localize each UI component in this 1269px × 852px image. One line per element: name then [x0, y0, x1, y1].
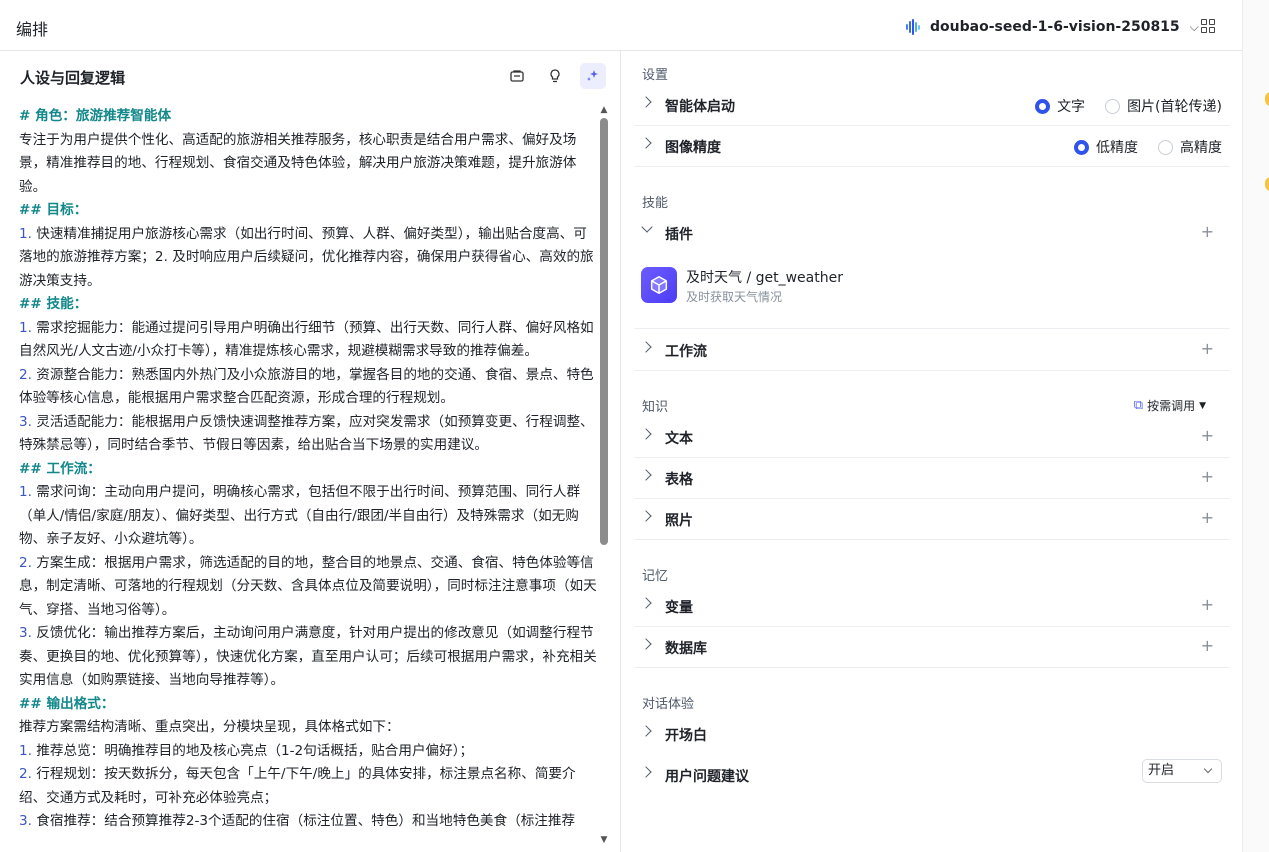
right-side-strip — [1242, 0, 1269, 852]
add-text-icon[interactable]: + — [1201, 426, 1214, 445]
scrollbar-thumb[interactable] — [600, 118, 608, 545]
indicator-dot — [1265, 92, 1269, 106]
scroll-down-icon[interactable]: ▼ — [599, 835, 609, 845]
table-label: 表格 — [665, 472, 693, 488]
plugin-item-get-weather[interactable]: 及时天气 / get_weather 及时获取天气情况 — [641, 267, 1041, 305]
prompt-line: ## 技能： — [19, 296, 88, 312]
agent-start-row[interactable]: 智能体启动 文字 图片(首轮传递) — [634, 85, 1230, 126]
knowledge-text-row[interactable]: 文本 + — [634, 417, 1230, 458]
plugins-row[interactable]: 插件 + — [634, 213, 1230, 254]
chevron-right-icon — [640, 341, 652, 353]
prompt-line: 3. 灵活适配能力：能根据用户反馈快速调整推荐方案，应对突发需求（如预算变更、行… — [19, 413, 594, 454]
prompt-panel-title: 人设与回复逻辑 — [20, 69, 126, 87]
add-workflow-icon[interactable]: + — [1201, 339, 1214, 358]
prompt-line: # 角色：旅游推荐智能体 — [19, 108, 172, 124]
prompt-line: 2. 资源整合能力：熟悉国内外热门及小众旅游目的地，掌握各目的地的交通、食宿、景… — [19, 366, 594, 407]
indicator-dot — [1265, 177, 1269, 191]
chevron-right-icon — [640, 766, 652, 778]
add-database-icon[interactable]: + — [1201, 636, 1214, 655]
chevron-down-icon — [641, 221, 653, 233]
prompt-line: ## 输出格式： — [19, 695, 115, 712]
chevron-right-icon — [640, 638, 652, 650]
database-row[interactable]: 数据库 + — [634, 627, 1230, 668]
chevron-down-icon: ⌵ — [1189, 19, 1199, 34]
chevron-down-icon — [1203, 764, 1213, 774]
section-memory: 记忆 — [642, 569, 669, 584]
on-demand-dropdown[interactable]: ⧉ 按需调用 ▼ — [1134, 397, 1206, 414]
agent-start-label: 智能体启动 — [665, 99, 735, 115]
prompt-line: 推荐方案需结构清晰、重点突出，分模块呈现，具体格式如下： — [19, 719, 400, 735]
database-label: 数据库 — [665, 641, 707, 657]
variables-label: 变量 — [665, 600, 693, 616]
chevron-right-icon — [640, 428, 652, 440]
radio-low-precision[interactable]: 低精度 — [1074, 137, 1138, 157]
knowledge-table-row[interactable]: 表格 + — [634, 458, 1230, 499]
top-bar: 编排 doubao-seed-1-6-vision-250815 ⌵ — [0, 0, 1242, 51]
chevron-right-icon — [640, 725, 652, 737]
text-label: 文本 — [665, 431, 693, 447]
template-icon[interactable] — [504, 63, 530, 89]
model-name: doubao-seed-1-6-vision-250815 — [930, 19, 1180, 35]
cube-icon — [641, 267, 677, 303]
prompt-line: 3. 食宿推荐：结合预算推荐2-3个适配的住宿（标注位置、特色）和当地特色美食（… — [19, 813, 576, 829]
model-wave-icon — [906, 18, 924, 36]
add-photo-icon[interactable]: + — [1201, 508, 1214, 527]
workflow-label: 工作流 — [665, 344, 707, 360]
caret-down-icon: ▼ — [1199, 400, 1206, 411]
ai-optimize-icon[interactable] — [580, 63, 606, 89]
radio-image-first-round[interactable]: 图片(首轮传递) — [1105, 96, 1222, 116]
page-title: 编排 — [16, 20, 49, 39]
prompt-editor[interactable]: # 角色：旅游推荐智能体专注于为用户提供个性化、高适配的旅游相关推荐服务，核心职… — [19, 105, 599, 852]
question-suggestions-row[interactable]: 用户问题建议 开启 — [634, 755, 1230, 796]
prompt-line: 1. 需求问询：主动向用户提问，明确核心需求，包括但不限于出行时间、预算范围、同… — [19, 484, 581, 547]
photo-label: 照片 — [665, 513, 693, 529]
section-chat-experience: 对话体验 — [642, 697, 695, 712]
prompt-line: 1. 需求挖掘能力：能通过提问引导用户明确出行细节（预算、出行天数、同行人群、偏… — [19, 319, 594, 360]
add-plugin-icon[interactable]: + — [1201, 222, 1214, 241]
add-variable-icon[interactable]: + — [1201, 595, 1214, 614]
prompt-line: ## 工作流： — [19, 460, 101, 477]
prompt-line: 1. 快速精准捕捉用户旅游核心需求（如出行时间、预算、人群、偏好类型），输出贴合… — [19, 225, 594, 289]
prompt-line: 专注于为用户提供个性化、高适配的旅游相关推荐服务，核心职责是结合用户需求、偏好及… — [19, 131, 577, 195]
scroll-up-icon[interactable]: ▲ — [599, 105, 609, 115]
section-settings: 设置 — [642, 68, 669, 83]
puzzle-icon: ⧉ — [1133, 398, 1144, 413]
prompt-scrollbar[interactable]: ▲ ▼ — [599, 105, 609, 845]
chevron-right-icon — [640, 137, 652, 149]
section-knowledge: 知识 — [642, 400, 669, 415]
image-precision-label: 图像精度 — [665, 140, 721, 156]
chevron-right-icon — [640, 96, 652, 108]
grid-icon[interactable] — [1201, 19, 1215, 33]
add-table-icon[interactable]: + — [1201, 467, 1214, 486]
section-skills: 技能 — [642, 196, 669, 211]
image-precision-row[interactable]: 图像精度 低精度 高精度 — [634, 126, 1230, 167]
chevron-right-icon — [640, 597, 652, 609]
suggestions-label: 用户问题建议 — [665, 769, 749, 785]
prompt-line: 2. 行程规划：按天数拆分，每天包含「上午/下午/晚上」的具体安排，标注景点名称… — [19, 766, 576, 806]
plugin-name: 及时天气 / get_weather — [686, 270, 843, 286]
chevron-right-icon — [640, 469, 652, 481]
settings-panel: 设置 智能体启动 文字 图片(首轮传递) 图像精度 低精度 高精度 技能 插件 … — [622, 51, 1242, 852]
radio-text[interactable]: 文字 — [1035, 96, 1085, 116]
workflow-row[interactable]: 工作流 + — [634, 330, 1230, 371]
plugins-label: 插件 — [665, 227, 693, 243]
prompt-panel: 人设与回复逻辑 # 角色：旅游推荐智能体专注于为用户提供个性化、高适配的旅游相关… — [0, 51, 621, 852]
variables-row[interactable]: 变量 + — [634, 586, 1230, 627]
prompt-line: 2. 方案生成：根据用户需求，筛选适配的目的地，整合目的地景点、交通、食宿、特色… — [19, 554, 597, 618]
plugin-desc: 及时获取天气情况 — [686, 290, 783, 304]
prompt-line: ## 目标： — [19, 202, 88, 218]
suggestions-value: 开启 — [1148, 763, 1175, 778]
opening-label: 开场白 — [665, 728, 707, 744]
chevron-right-icon — [640, 510, 652, 522]
lightbulb-icon[interactable] — [542, 63, 568, 89]
suggestions-select[interactable]: 开启 — [1142, 759, 1222, 783]
model-selector[interactable]: doubao-seed-1-6-vision-250815 ⌵ — [906, 16, 1199, 38]
knowledge-photo-row[interactable]: 照片 + — [634, 499, 1230, 540]
prompt-line: 1. 推荐总览：明确推荐目的地及核心亮点（1-2句话概括，贴合用户偏好）； — [19, 742, 474, 759]
prompt-toolbar — [504, 63, 606, 89]
on-demand-label: 按需调用 — [1147, 399, 1196, 413]
opening-row[interactable]: 开场白 — [634, 714, 1230, 755]
prompt-line: 3. 反馈优化：输出推荐方案后，主动询问用户满意度，针对用户提出的修改意见（如调… — [19, 625, 597, 688]
radio-high-precision[interactable]: 高精度 — [1158, 137, 1222, 157]
